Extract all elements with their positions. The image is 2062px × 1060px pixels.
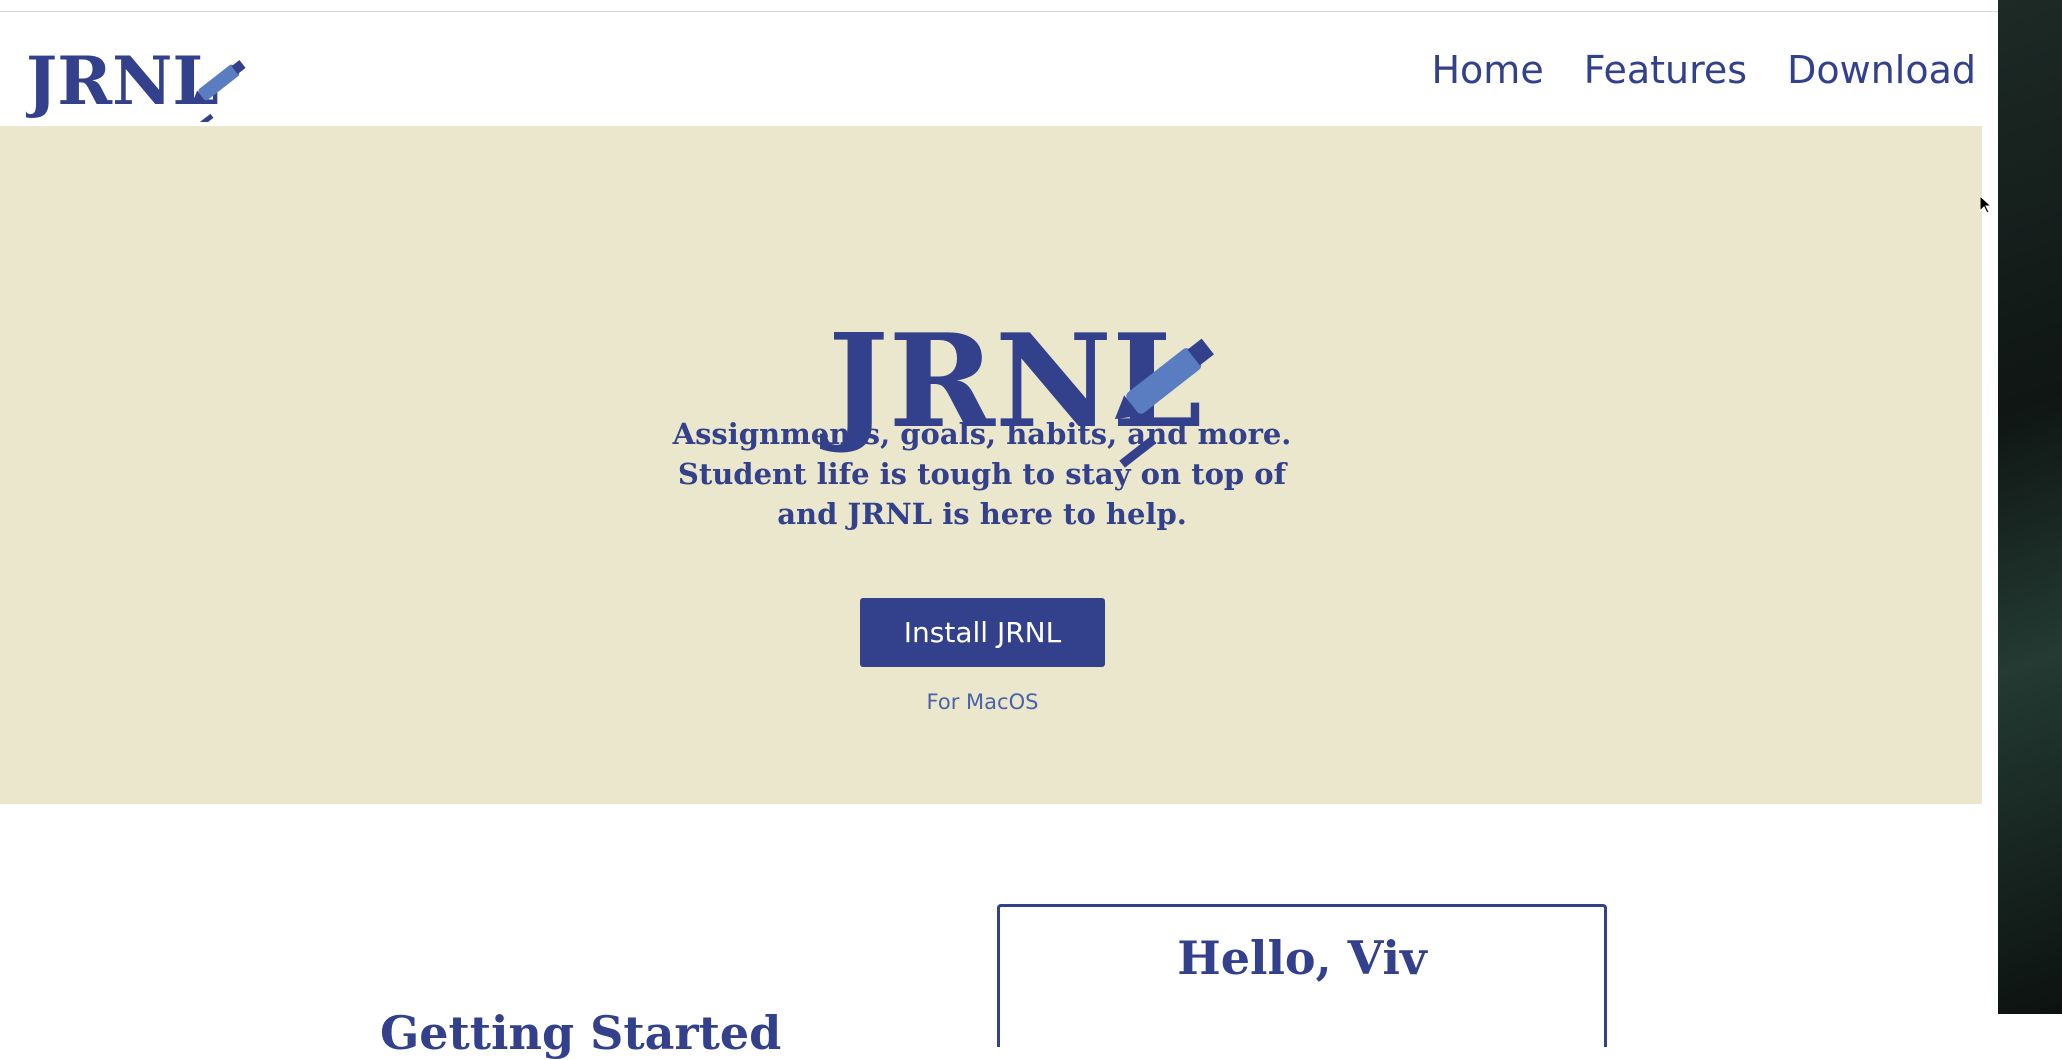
nav-features-link[interactable]: Features	[1584, 48, 1747, 92]
nav-download-link[interactable]: Download	[1787, 48, 1976, 92]
install-button[interactable]: Install JRNL	[860, 598, 1105, 667]
mouse-pointer-icon	[1980, 196, 1992, 214]
nav-links: Home Features Download	[1431, 48, 1976, 92]
tagline-line: Assignments, goals, habits, and more.	[672, 417, 1292, 451]
navbar: JRNL Home Features Download	[0, 12, 1998, 126]
logo[interactable]: JRNL	[26, 42, 256, 122]
tagline-line: Student life is tough to stay on top of	[677, 457, 1287, 491]
nav-home-link[interactable]: Home	[1431, 48, 1543, 92]
getting-started-heading: Getting Started	[380, 1006, 782, 1060]
preview-greeting: Hello, Viv	[1177, 931, 1427, 985]
platform-note: For MacOS	[926, 690, 1039, 714]
logo-text: JRNL	[26, 42, 219, 120]
hero-section: JRNL Assignments, goals, habits, and mor…	[0, 126, 1982, 804]
hero-tagline: Assignments, goals, habits, and more. St…	[610, 414, 1354, 534]
tagline-line: and JRNL is here to help.	[777, 497, 1187, 531]
background-wallpaper	[1998, 0, 2062, 1014]
preview-card: Hello, Viv	[997, 904, 1607, 1047]
